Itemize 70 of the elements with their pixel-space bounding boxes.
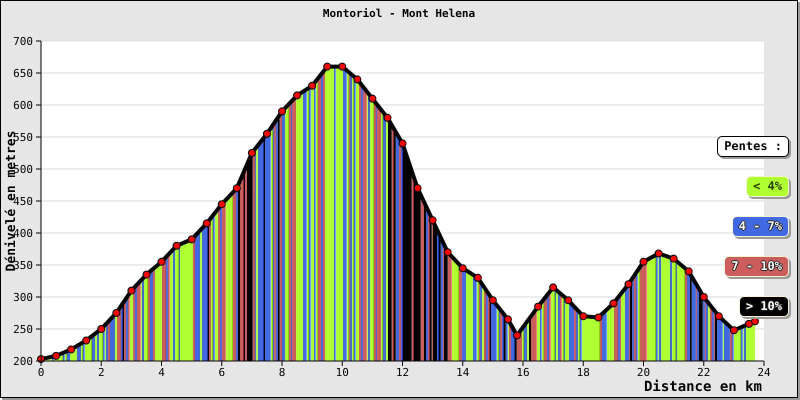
x-tick-label: 14 <box>456 366 470 379</box>
x-tick-label: 18 <box>576 366 590 379</box>
x-tick-label: 10 <box>336 366 349 379</box>
data-point <box>338 62 346 71</box>
chart-title: Montoriol - Mont Helena <box>322 6 476 21</box>
legend-title: Pentes : <box>717 136 789 157</box>
data-point <box>398 139 406 148</box>
x-tick-label: 2 <box>98 366 105 379</box>
x-tick-label: 4 <box>158 366 165 379</box>
y-tick-label: 250 <box>13 323 33 336</box>
y-tick-label: 300 <box>13 291 33 304</box>
data-point <box>232 184 241 192</box>
data-point <box>202 219 211 228</box>
x-tick-label: 6 <box>218 366 226 379</box>
data-point <box>684 267 693 276</box>
x-tick-label: 0 <box>38 366 44 379</box>
x-tick-label: 8 <box>278 366 286 379</box>
data-point <box>52 352 60 360</box>
data-point <box>82 336 90 345</box>
x-tick-label: 22 <box>697 366 710 379</box>
data-point <box>67 345 76 354</box>
legend-item: > 10% <box>738 296 789 317</box>
data-point <box>458 264 467 272</box>
data-point <box>744 320 753 328</box>
data-point <box>368 94 376 103</box>
x-axis-title: Distance en km <box>644 379 762 395</box>
data-point <box>262 130 271 138</box>
data-point <box>579 312 588 320</box>
data-point <box>97 325 106 333</box>
y-tick-label: 650 <box>13 67 33 80</box>
data-point <box>248 149 256 157</box>
data-point <box>549 283 558 292</box>
data-point <box>172 242 181 250</box>
data-point <box>353 75 362 84</box>
y-tick-label: 200 <box>13 355 33 368</box>
data-point <box>730 326 738 334</box>
legend-item: 4 - 7% <box>732 216 789 237</box>
data-point <box>714 312 723 320</box>
data-point <box>670 254 678 263</box>
y-tick-label: 600 <box>13 99 33 112</box>
data-point <box>512 331 521 340</box>
data-point <box>444 248 452 256</box>
legend-item: < 4% <box>746 176 789 197</box>
y-tick-label: 700 <box>13 35 33 48</box>
data-point <box>488 296 497 304</box>
data-point <box>293 91 302 100</box>
data-point <box>383 114 392 122</box>
data-point <box>534 302 542 311</box>
data-point <box>609 299 618 308</box>
data-point <box>624 280 632 288</box>
x-tick-label: 12 <box>396 366 410 379</box>
x-tick-label: 20 <box>636 366 650 379</box>
data-point <box>700 293 708 301</box>
data-point <box>127 286 136 295</box>
data-point <box>188 235 196 244</box>
data-point <box>428 216 437 224</box>
data-point <box>308 82 316 90</box>
data-point <box>158 258 166 266</box>
data-point <box>564 296 572 304</box>
data-point <box>112 309 120 317</box>
data-point <box>218 200 226 208</box>
data-point <box>474 274 482 282</box>
data-point <box>142 270 150 279</box>
data-point <box>640 258 648 266</box>
legend-item: 7 - 10% <box>724 256 789 277</box>
x-tick-label: 16 <box>516 366 530 379</box>
data-point <box>323 62 332 71</box>
data-point <box>278 107 286 116</box>
data-point <box>414 184 422 192</box>
x-tick-label: 24 <box>757 366 771 379</box>
